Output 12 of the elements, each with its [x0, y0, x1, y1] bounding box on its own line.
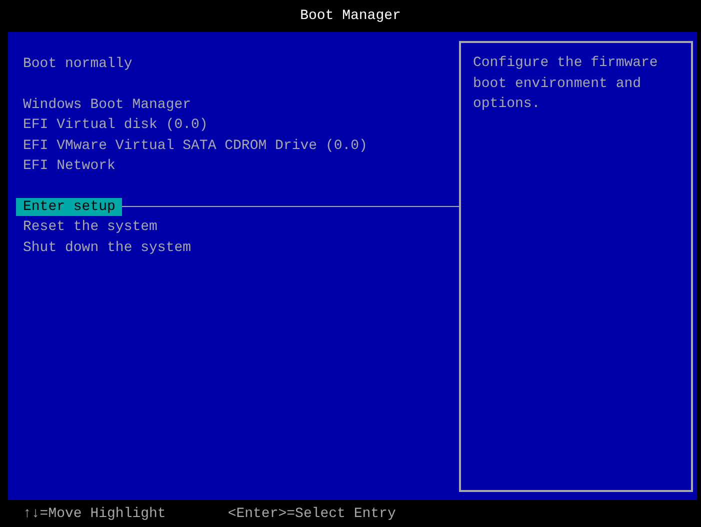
key-hint: <Enter>=Select Entry [228, 506, 396, 522]
help-text: Configure the firmware boot environment and options. [473, 54, 659, 114]
boot-menu-item[interactable]: Boot normally [16, 55, 140, 74]
boot-menu-item[interactable]: Enter setup [16, 198, 122, 216]
boot-menu-item[interactable]: Shut down the system [16, 238, 198, 257]
boot-menu-item[interactable]: EFI Network [16, 157, 122, 176]
screen-title: Boot Manager [300, 8, 401, 24]
key-hint: ↑↓=Move Highlight [23, 506, 166, 522]
boot-menu-item[interactable]: Reset the system [16, 218, 164, 236]
boot-menu-item[interactable]: EFI Virtual disk (0.0) [16, 116, 215, 134]
boot-menu-item[interactable]: Windows Boot Manager [16, 96, 198, 114]
boot-menu-item[interactable]: EFI VMware Virtual SATA CDROM Drive (0.0) [16, 136, 374, 155]
